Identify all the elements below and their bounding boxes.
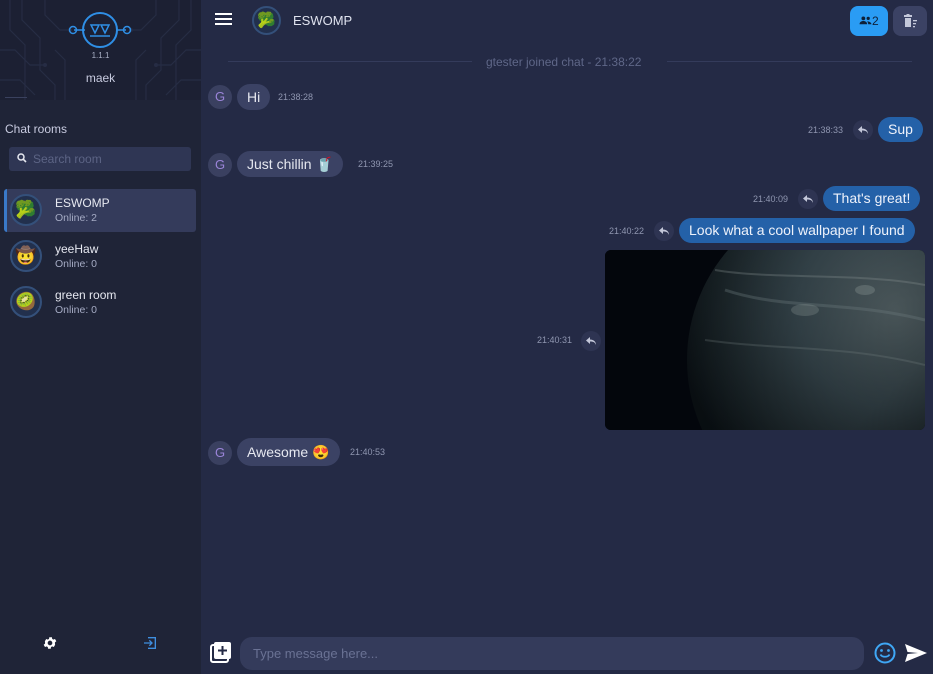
message-bubble[interactable]: Hi	[237, 84, 271, 110]
message-emoji: 😍	[312, 444, 330, 460]
system-message: gtester joined chat - 21:38:22	[486, 55, 642, 69]
rooms-heading: Chat rooms	[5, 122, 68, 136]
image-message[interactable]	[605, 250, 925, 430]
divider	[5, 97, 27, 98]
message-time: 21:40:22	[609, 226, 645, 236]
message-bubble[interactable]: Just chillin 🥤	[237, 151, 344, 177]
username: maek	[85, 71, 116, 85]
room-name: green room	[55, 288, 117, 302]
reply-icon	[659, 227, 669, 235]
room-online-count: Online: 0	[55, 304, 98, 316]
author-avatar: G	[208, 85, 232, 109]
menu-icon[interactable]	[215, 13, 232, 26]
message-time: 21:40:31	[537, 335, 573, 345]
message-bubble[interactable]: Sup	[878, 117, 923, 142]
users-button[interactable]: 2	[850, 6, 888, 36]
divider	[667, 61, 912, 62]
reply-button[interactable]	[853, 120, 873, 140]
users-icon	[859, 16, 872, 25]
reply-button[interactable]	[798, 189, 818, 209]
room-item-eswomp[interactable]: 🥦 ESWOMP Online: 2	[4, 189, 196, 232]
users-count: 2	[872, 14, 879, 28]
send-icon[interactable]	[904, 643, 928, 663]
message-time: 21:38:28	[278, 92, 314, 102]
reply-icon	[586, 337, 596, 345]
trash-icon	[904, 14, 917, 28]
room-item-green-room[interactable]: 🥝 green room Online: 0	[4, 281, 196, 324]
message-input[interactable]	[240, 637, 864, 670]
sidebar: 1.1.1 maek Chat rooms 🥦 ESWOMP Online: 2…	[0, 0, 201, 674]
room-online-count: Online: 0	[55, 258, 98, 270]
clear-chat-button[interactable]	[893, 6, 927, 36]
author-avatar: G	[208, 153, 232, 177]
message-time: 21:40:09	[753, 194, 789, 204]
message-bubble[interactable]: Look what a cool wallpaper I found	[679, 218, 915, 243]
room-search[interactable]	[9, 147, 191, 171]
message-text: Just chillin	[247, 156, 312, 172]
message-emoji: 🥤	[315, 156, 334, 172]
reply-icon	[803, 195, 813, 203]
planet-wallpaper-image	[605, 250, 925, 430]
brand-header: 1.1.1 maek	[0, 0, 201, 100]
chat-header: 🥦 ESWOMP 2	[201, 0, 933, 42]
search-input[interactable]	[33, 147, 188, 171]
logout-icon[interactable]	[142, 635, 158, 651]
room-name: yeeHaw	[55, 242, 99, 256]
author-avatar: G	[208, 441, 232, 465]
room-avatar: 🥦	[10, 194, 42, 226]
room-avatar: 🤠	[10, 240, 42, 272]
room-title: ESWOMP	[293, 13, 353, 28]
gear-icon[interactable]	[42, 635, 58, 651]
emoji-icon[interactable]	[874, 642, 896, 664]
reply-icon	[858, 126, 868, 134]
reply-button[interactable]	[654, 221, 674, 241]
message-bubble[interactable]: That's great!	[823, 186, 921, 211]
message-time: 21:40:53	[350, 447, 386, 457]
divider	[228, 61, 472, 62]
room-avatar: 🥦	[252, 6, 281, 35]
message-composer	[201, 630, 933, 674]
reply-button[interactable]	[581, 331, 601, 351]
sidebar-footer	[0, 630, 201, 674]
logo-icon	[68, 12, 132, 48]
message-time: 21:38:33	[808, 125, 844, 135]
message-bubble[interactable]: Awesome 😍	[237, 438, 340, 466]
room-item-yeehaw[interactable]: 🤠 yeeHaw Online: 0	[4, 235, 196, 278]
message-text: Awesome	[247, 444, 309, 460]
room-name: ESWOMP	[55, 196, 110, 210]
message-time: 21:39:25	[358, 159, 394, 169]
search-icon	[17, 153, 27, 163]
room-online-count: Online: 2	[55, 212, 98, 224]
room-avatar: 🥝	[10, 286, 42, 318]
app-version: 1.1.1	[91, 51, 110, 60]
add-media-icon[interactable]	[210, 641, 232, 663]
